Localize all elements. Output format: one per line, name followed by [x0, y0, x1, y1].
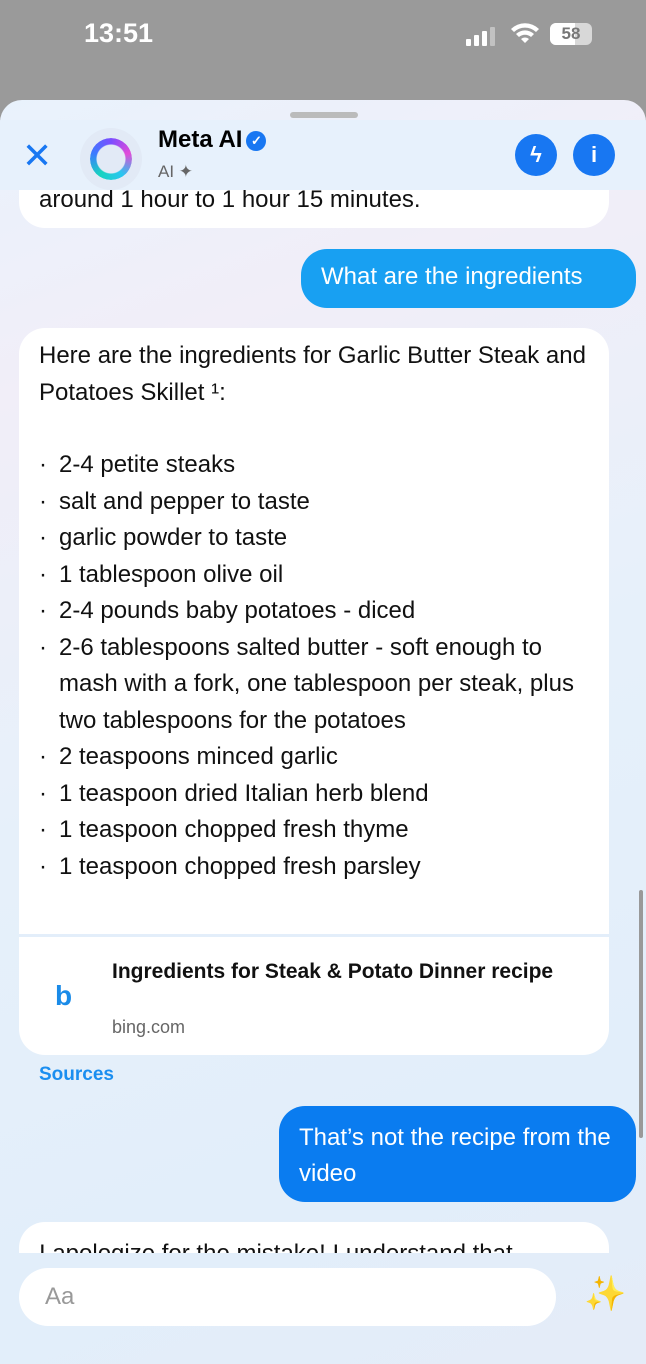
bing-icon: b [55, 980, 73, 1011]
ai-message: around 1 hour to 1 hour 15 minutes. [19, 190, 609, 228]
verified-badge-icon: ✓ [246, 131, 267, 151]
message-intro: Here are the ingredients for Garlic Butt… [39, 342, 586, 406]
chat-title: Meta AI ✓ [158, 126, 267, 154]
sparkles-icon[interactable]: ✨ [584, 1274, 626, 1314]
bullet: · [39, 487, 47, 515]
ingredient-item: · 2-6 tablespoons salted butter - soft en… [39, 630, 589, 740]
ingredient-text: 2-6 tablespoons salted butter - soft eno… [59, 633, 574, 734]
signal-icon [466, 27, 495, 46]
scrollbar[interactable] [639, 890, 643, 1138]
battery-icon: 58 [550, 23, 592, 45]
message-text: That’s not the recipe from the video [299, 1124, 611, 1187]
sparkle-icon: ✦ [178, 162, 194, 181]
bullet: · [39, 597, 47, 624]
ingredient-text: 1 teaspoon dried Italian herb blend [59, 779, 429, 807]
user-message: What are the ingredients [301, 249, 636, 308]
bullet: · [39, 560, 47, 588]
ingredient-item: · 2-4 pounds baby potatoes - diced [39, 593, 589, 630]
clock: 13:51 [84, 18, 154, 48]
ingredient-item: · 2-4 petite steaks [39, 447, 589, 484]
ingredient-text: 2-4 pounds baby potatoes - diced [59, 597, 416, 624]
wifi-icon [511, 23, 539, 43]
bullet: · [39, 779, 47, 807]
ingredient-text: 1 teaspoon chopped fresh thyme [59, 816, 409, 843]
input-placeholder: Aa [45, 1283, 75, 1310]
message-text: What are the ingredients [321, 263, 583, 290]
ingredient-item: · salt and pepper to taste [39, 484, 589, 521]
chat-sheet: around 1 hour to 1 hour 15 minutes. What… [0, 100, 646, 1364]
info-icon[interactable]: i [573, 134, 615, 176]
ingredient-text: salt and pepper to taste [59, 487, 310, 515]
bullet: · [39, 743, 47, 770]
source-domain: bing.com [112, 1017, 186, 1037]
close-icon[interactable]: ✕ [22, 138, 52, 174]
bullet: · [39, 852, 47, 880]
bullet: · [39, 524, 47, 551]
ingredient-text: 2 teaspoons minced garlic [59, 743, 338, 770]
sources-link[interactable]: Sources [39, 1064, 114, 1086]
ingredient-list: · 2-4 petite steaks · salt and pepper to ta… [39, 447, 589, 885]
chat-header: ✕ Meta AI ✓ AI ✦ ϟ i [0, 120, 646, 190]
message-list[interactable]: around 1 hour to 1 hour 15 minutes. What… [0, 190, 646, 1253]
bullet: · [39, 451, 47, 478]
user-message: That’s not the recipe from the video [279, 1106, 636, 1202]
bullet: · [39, 816, 47, 843]
ingredient-text: garlic powder to taste [59, 524, 288, 551]
status-bar: 13:51 58 [0, 0, 646, 100]
message-text: I apologize for the mistake! I understan… [39, 1240, 513, 1253]
ingredient-item: · 1 teaspoon chopped fresh thyme [39, 812, 589, 849]
ingredient-item: · garlic powder to taste [39, 520, 589, 557]
source-title: Ingredients for Steak & Potato Dinner re… [112, 960, 554, 983]
bullet: · [39, 633, 47, 661]
ingredient-text: 1 tablespoon olive oil [59, 560, 284, 588]
ingredient-item: · 1 teaspoon chopped fresh parsley [39, 849, 589, 886]
ingredient-text: 1 teaspoon chopped fresh parsley [59, 852, 421, 880]
divider [19, 934, 609, 937]
source-card[interactable]: b Ingredients for Steak & Potato Dinner … [19, 948, 609, 1048]
chat-subtitle: AI ✦ [158, 162, 194, 181]
ingredient-item: · 1 tablespoon olive oil [39, 557, 589, 594]
message-input[interactable]: Aa [19, 1268, 556, 1326]
ingredient-item: · 2 teaspoons minced garlic [39, 739, 589, 776]
message-text: around 1 hour to 1 hour 15 minutes. [39, 190, 421, 213]
avatar[interactable] [80, 128, 142, 190]
drag-handle[interactable] [290, 112, 358, 118]
ingredient-text: 2-4 petite steaks [59, 451, 236, 478]
messenger-icon[interactable]: ϟ [515, 134, 557, 176]
ai-message: I apologize for the mistake! I understan… [19, 1222, 609, 1253]
ingredient-item: · 1 teaspoon dried Italian herb blend [39, 776, 589, 813]
ai-message: Here are the ingredients for Garlic Butt… [19, 328, 609, 1055]
meta-ai-ring-icon [90, 138, 132, 180]
